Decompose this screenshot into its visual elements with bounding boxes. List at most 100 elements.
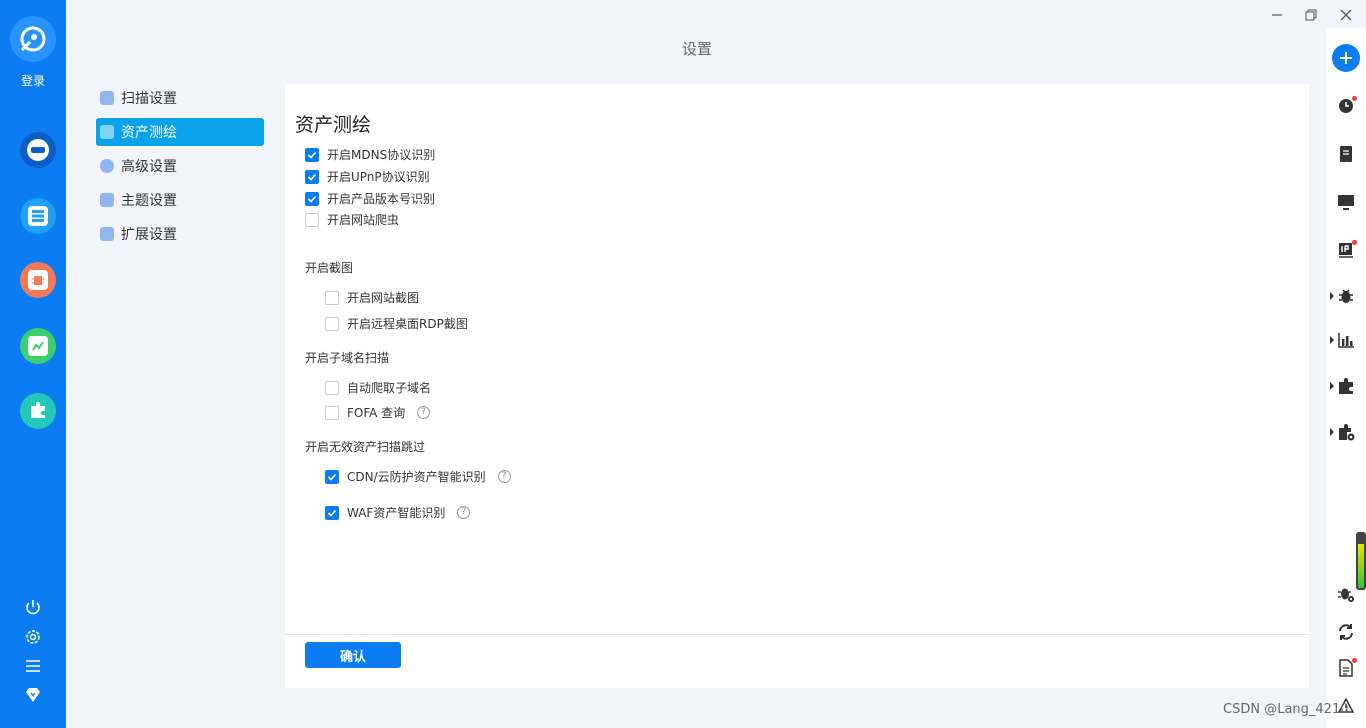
checkbox-checked-icon[interactable]: [325, 469, 339, 484]
settings-icon[interactable]: [22, 626, 44, 648]
nav-item-extension-settings[interactable]: 扩展设置: [96, 220, 264, 248]
settings-nav: 扫描设置 资产测绘 高级设置 主题设置 扩展设置: [96, 84, 264, 254]
fofa-query-option[interactable]: FOFA 查询 ?: [325, 404, 431, 421]
restore-icon[interactable]: [1300, 4, 1322, 26]
option-label: 自动爬取子域名: [347, 381, 432, 395]
log-button[interactable]: [1332, 654, 1360, 682]
vulnerability-button[interactable]: [20, 262, 56, 298]
option-label: FOFA 查询: [347, 406, 406, 420]
option-label: 开启UPnP协议识别: [327, 170, 430, 184]
website-screenshot-option[interactable]: 开启网站截图: [325, 289, 419, 306]
page-title: 设置: [681, 40, 712, 58]
login-link[interactable]: 登录: [0, 72, 66, 89]
checkbox-unchecked-icon[interactable]: [325, 380, 339, 395]
puzzle-icon: [1339, 378, 1353, 394]
watermark-text: CSDN @Lang_4210: [1223, 702, 1349, 717]
confirm-button[interactable]: 确认: [305, 642, 401, 668]
app-logo-icon[interactable]: [10, 16, 56, 62]
plugin-icon: [28, 400, 48, 423]
skip-group-label: 开启无效资产扫描跳过: [305, 440, 426, 454]
option-label: 开启网站爬虫: [327, 213, 400, 227]
chart-icon: [28, 336, 48, 356]
report-button[interactable]: [1332, 140, 1360, 168]
history-button[interactable]: [1332, 92, 1360, 120]
debug-button[interactable]: [1332, 580, 1360, 608]
monitor-icon: [1338, 195, 1354, 210]
shirt-icon: [100, 193, 114, 207]
footer-divider: [285, 634, 1309, 635]
option-label: 开启产品版本号识别: [327, 192, 436, 206]
web-crawler-option[interactable]: 开启网站爬虫: [305, 211, 399, 228]
auto-subdomain-option[interactable]: 自动爬取子域名: [325, 379, 431, 396]
option-label: 开启MDNS协议识别: [327, 148, 436, 162]
chart-button[interactable]: [20, 328, 56, 364]
menu-icon[interactable]: [22, 655, 44, 677]
option-label: 开启网站截图: [347, 291, 420, 305]
puzzle-gear-icon: [1339, 424, 1355, 441]
option-label: 开启远程桌面RDP截图: [347, 317, 468, 331]
plugin-button[interactable]: [1330, 372, 1360, 400]
upnp-option[interactable]: 开启UPnP协议识别: [305, 168, 430, 185]
add-button[interactable]: [1332, 44, 1360, 72]
waf-detection-option[interactable]: WAF资产智能识别 ?: [325, 504, 471, 521]
checkbox-checked-icon[interactable]: [305, 191, 319, 206]
power-icon[interactable]: [22, 596, 44, 618]
notification-dot: [1352, 658, 1357, 663]
checkbox-unchecked-icon[interactable]: [305, 212, 319, 227]
nav-item-theme-settings[interactable]: 主题设置: [96, 186, 264, 214]
checkbox-unchecked-icon[interactable]: [325, 316, 339, 331]
help-icon[interactable]: ?: [457, 506, 471, 519]
gear-icon: [100, 159, 114, 173]
notification-dot: [1352, 96, 1357, 101]
product-version-option[interactable]: 开启产品版本号识别: [305, 190, 435, 207]
settings-panel: 资产测绘 开启MDNS协议识别 开启UPnP协议识别 开启产品版本号识别 开启网…: [285, 84, 1309, 688]
left-sidebar: 登录: [0, 0, 66, 728]
nav-item-label: 资产测绘: [121, 125, 177, 141]
section-title: 资产测绘: [295, 114, 372, 136]
help-icon[interactable]: ?: [497, 470, 511, 483]
nav-item-label: 扫描设置: [121, 91, 177, 107]
subdomain-group-label: 开启子域名扫描: [305, 351, 390, 365]
expand-arrow-icon: [1330, 292, 1334, 300]
cdn-detection-option[interactable]: CDN/云防护资产智能识别 ?: [325, 468, 511, 485]
bar-chart-icon: [1338, 333, 1354, 348]
checkbox-checked-icon[interactable]: [305, 169, 319, 184]
ip-button[interactable]: [1332, 236, 1360, 264]
nav-item-label: 主题设置: [121, 193, 177, 209]
nav-item-label: 高级设置: [121, 159, 177, 175]
monitor-button[interactable]: [1332, 188, 1360, 216]
plus-icon: [1332, 44, 1360, 72]
checkbox-unchecked-icon[interactable]: [325, 290, 339, 305]
notification-dot: [1352, 240, 1357, 245]
plugin-button[interactable]: [20, 393, 56, 429]
server-list-button[interactable]: [20, 198, 56, 234]
nav-item-scan-settings[interactable]: 扫描设置: [96, 84, 264, 112]
diamond-icon[interactable]: [22, 684, 44, 706]
screenshot-group-label: 开启截图: [305, 261, 354, 275]
expand-arrow-icon: [1330, 428, 1334, 436]
checkbox-checked-icon[interactable]: [325, 505, 339, 520]
refresh-button[interactable]: [1332, 618, 1360, 646]
nav-item-asset-mapping[interactable]: 资产测绘: [96, 118, 264, 146]
puzzle-icon: [100, 227, 114, 241]
bug-gear-icon: [1338, 588, 1354, 602]
mdns-option[interactable]: 开启MDNS协议识别: [305, 146, 435, 163]
rdp-screenshot-option[interactable]: 开启远程桌面RDP截图: [325, 315, 468, 332]
option-label: WAF资产智能识别: [347, 506, 446, 520]
checkbox-unchecked-icon[interactable]: [325, 405, 339, 420]
document-icon: [1340, 146, 1352, 162]
hacker-button[interactable]: [20, 132, 56, 168]
hacker-icon: [27, 139, 49, 161]
close-icon[interactable]: [1335, 4, 1357, 26]
checkbox-checked-icon[interactable]: [305, 147, 319, 162]
refresh-icon: [1339, 624, 1353, 640]
statistics-button[interactable]: [1330, 326, 1360, 354]
bug-icon: [1339, 289, 1353, 303]
right-toolbar: [1326, 28, 1366, 728]
bug-button[interactable]: [1330, 282, 1360, 310]
minimize-icon[interactable]: [1266, 4, 1288, 26]
nav-item-advanced-settings[interactable]: 高级设置: [96, 152, 264, 180]
plugin-settings-button[interactable]: [1330, 418, 1360, 446]
asset-icon: [100, 125, 114, 139]
help-icon[interactable]: ?: [417, 406, 431, 419]
